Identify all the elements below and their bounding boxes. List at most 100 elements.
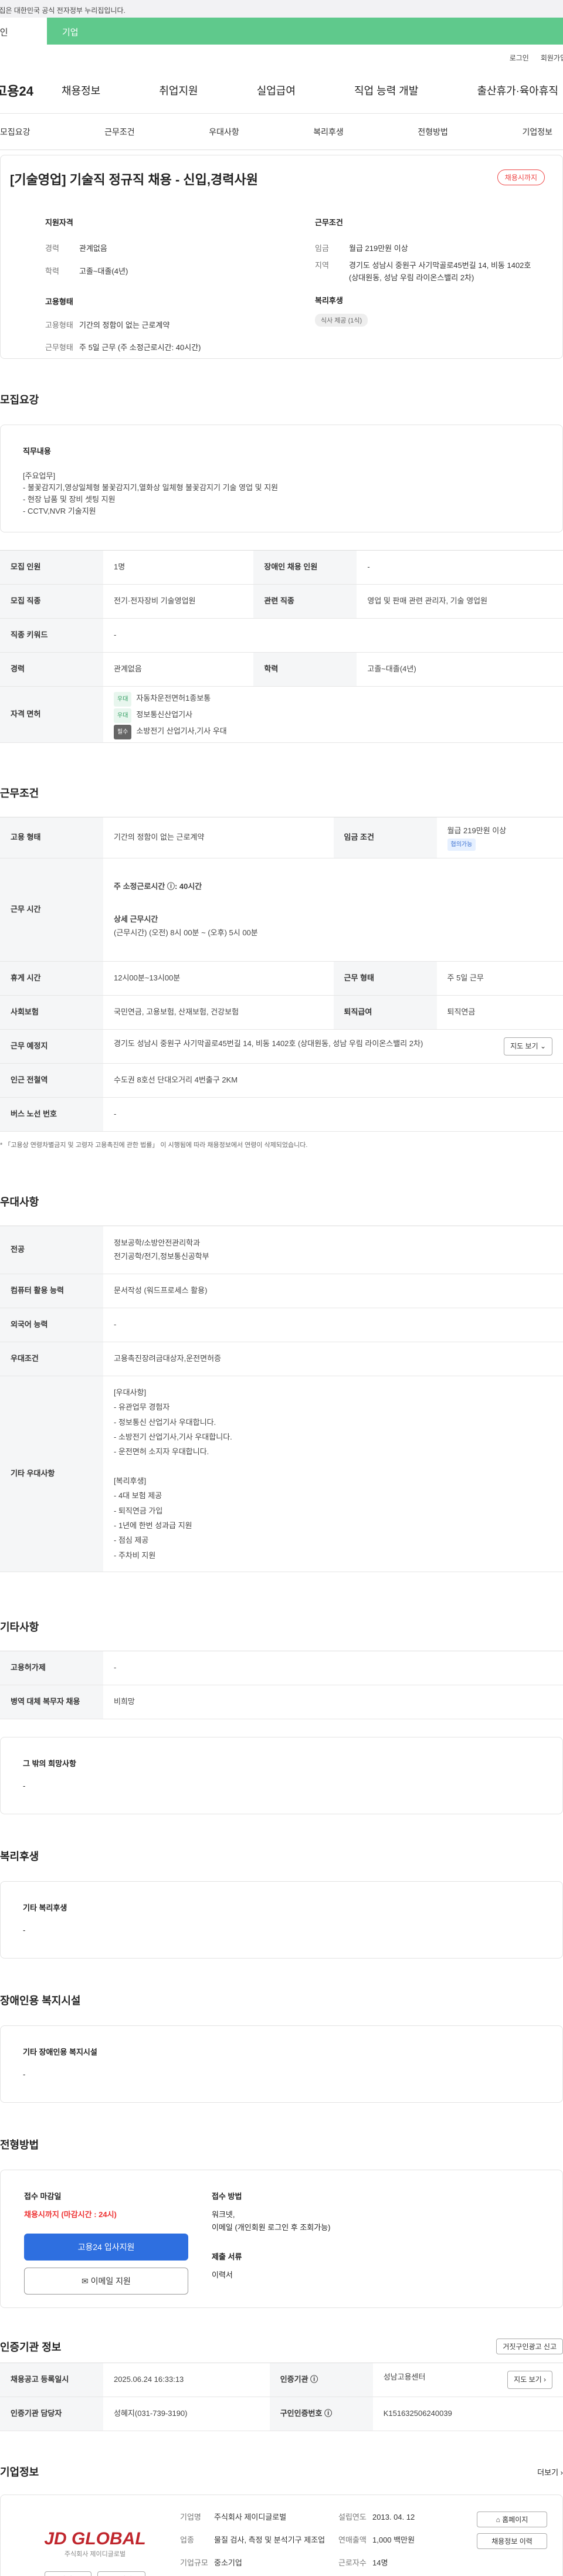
company-biz-label: 업종 <box>180 2535 194 2544</box>
cell-value: 전기·전자장비 기술영업원 <box>103 584 254 619</box>
work-section: 근무조건 고용 형태 기간의 정함이 없는 근로계약 임금 조건 월급 219만원 이… <box>0 785 563 1149</box>
gnb-item-support[interactable]: 취업지원 <box>159 83 198 98</box>
company-box: JD GLOBAL 주식회사 제이디글로벌 ☆ 관심기업 ☺ 열람하기 기업명주… <box>0 2494 563 2576</box>
favorite-company-button[interactable]: ☆ 관심기업 <box>44 2571 92 2576</box>
company-logo-text: JD GLOBAL <box>44 2529 146 2548</box>
email-apply-button[interactable]: ✉ 이메일 지원 <box>24 2268 188 2295</box>
gnb-item-unemployment[interactable]: 실업급여 <box>257 83 296 98</box>
welfare-box-value: - <box>23 1926 26 1934</box>
emp-value: 기간의 정함이 없는 근로계약 <box>79 320 170 330</box>
license-item: 우대 정보통신산업기사 <box>114 707 552 723</box>
other-section: 기타사항 고용허가제 - 병역 대체 복무자 채용 비희망 그 밖의 희망사항 - <box>0 1619 563 1814</box>
gnb-item-jobs[interactable]: 채용정보 <box>62 83 100 98</box>
cell-label: 전공 <box>0 1226 103 1274</box>
main-nav: 고용24 채용정보 취업지원 실업급여 직업 능력 개발 출산휴가·육아휴직 <box>0 67 563 114</box>
other-table: 고용허가제 - 병역 대체 복무자 채용 비희망 <box>0 1651 563 1719</box>
pref-line: - 운전면허 소지자 우대합니다. <box>114 1447 209 1457</box>
age-note: * 「고용상 연령차별금지 및 고령자 고용촉진에 관한 법률」 이 시행됨에 … <box>0 1142 308 1149</box>
process-title: 전형방법 <box>0 2139 39 2151</box>
hope-value: - <box>23 1781 26 1790</box>
career-value: 관계없음 <box>79 244 107 253</box>
subnav-pref[interactable]: 우대사항 <box>209 126 239 138</box>
docs-title: 제출 서류 <box>212 2252 242 2262</box>
cell-label: 임금 조건 <box>333 817 437 858</box>
homepage-button[interactable]: ⌂ 홈페이지 <box>477 2511 547 2527</box>
report-fake-ad-button[interactable]: 거짓구인광고 신고 <box>496 2339 563 2354</box>
utility-links: 로그인 회원가입 <box>0 45 563 67</box>
welfare-box: 기타 복리후생 - <box>0 1881 563 1959</box>
duty-title: 직무내용 <box>23 447 51 456</box>
cell-label: 채용공고 등록일시 <box>0 2363 103 2397</box>
auth-table: 채용공고 등록일시 2025.06.24 16:33:13 인증기관 ⓘ 성남고용센터… <box>0 2363 563 2431</box>
license-name: 정보통신산업기사 <box>136 710 193 719</box>
recruit-section: 모집요강 직무내용 [주요업무] - 불꽃감지기,영상일체형 불꽃감지기,열화상… <box>0 392 563 743</box>
duty-box: 직무내용 [주요업무] - 불꽃감지기,영상일체형 불꽃감지기,열화상 일체형 … <box>0 425 563 532</box>
subnav-work[interactable]: 근무조건 <box>104 126 135 138</box>
subnav-company[interactable]: 기업정보 <box>522 126 552 138</box>
cell-value: 고용촉진장려금대상자,운전면허증 <box>103 1342 563 1376</box>
gov-banner-text: 이 누리집은 대한민국 공식 전자정부 누리집입니다. <box>0 6 126 15</box>
cell-value: 퇴직연금 <box>436 995 563 1030</box>
pref-line: - 주차비 지원 <box>114 1550 156 1560</box>
company-logo: JD GLOBAL 주식회사 제이디글로벌 <box>16 2529 174 2558</box>
cell-value: 2025.06.24 16:33:13 <box>103 2363 270 2397</box>
cell-label: 근무 예정지 <box>0 1029 103 1064</box>
gnb-item-leave[interactable]: 출산휴가·육아휴직 <box>477 83 558 98</box>
tab-personal[interactable]: 개인 <box>0 18 47 45</box>
company-rev-value: 1,000 백만원 <box>372 2535 415 2544</box>
pref-section: 우대사항 전공 정보공학/소방안전관리학과 전기공학/전기,정보통신공학부 컴퓨터 … <box>0 1194 563 1572</box>
gnb-item-training[interactable]: 직업 능력 개발 <box>354 83 418 98</box>
cell-label: 사회보험 <box>0 995 103 1030</box>
company-est-value: 2013. 04. 12 <box>372 2513 415 2521</box>
cell-label: 인증기관 담당자 <box>0 2397 103 2431</box>
disab-box-title: 기타 장애인용 복지시설 <box>23 2048 97 2056</box>
apply-button[interactable]: 고용24 입사지원 <box>24 2234 188 2261</box>
pref-title: 우대사항 <box>0 1196 39 1208</box>
cell-value: 국민연금, 고용보험, 산재보험, 건강보험 <box>103 995 334 1030</box>
map-button[interactable]: 지도 보기 ⌄ <box>504 1037 552 1055</box>
company-more-link[interactable]: 더보기 › <box>537 2466 563 2477</box>
process-box: 접수 마감일 채용시까지 (마감시간 : 24시) 고용24 입사지원 ✉ 이메… <box>0 2170 563 2308</box>
recruit-title: 모집요강 <box>0 394 39 406</box>
method-line: 워크넷, <box>212 2210 235 2219</box>
wage-chip: 협의가능 <box>447 839 476 851</box>
subnav-recruit[interactable]: 모집요강 <box>0 126 30 138</box>
subnav-welfare[interactable]: 복리후생 <box>313 126 344 138</box>
pref-line: - 1년에 한번 성과급 지원 <box>114 1521 192 1530</box>
duty-line: - 현장 납품 및 장비 셋팅 지원 <box>23 495 116 504</box>
recruit-history-button[interactable]: 채용정보 이력 <box>477 2533 547 2549</box>
loc-label: 지역 <box>315 260 329 270</box>
company-size-value: 중소기업 <box>214 2558 242 2567</box>
company-logo-sub: 주식회사 제이디글로벌 <box>64 2551 126 2558</box>
work-section-title: 근무조건 <box>0 788 39 799</box>
cell-label: 고용 형태 <box>0 817 103 858</box>
view-company-button[interactable]: ☺ 열람하기 <box>97 2571 145 2576</box>
tab-company[interactable]: 기업 <box>47 18 563 45</box>
method-line: 이메일 (개인회원 로그인 후 조회가능) <box>212 2223 331 2232</box>
site-logo[interactable]: 고용24 <box>0 81 62 100</box>
license-tag: 우대 <box>114 708 132 723</box>
company-name-label: 기업명 <box>180 2513 201 2521</box>
cell-value: 관계없음 <box>103 652 254 687</box>
disab-title: 장애인용 복지시설 <box>0 1995 81 2007</box>
subnav-process[interactable]: 전형방법 <box>418 126 448 138</box>
wage-value: 월급 219만원 이상 <box>447 826 507 835</box>
cell-label: 컴퓨터 활용 능력 <box>0 1274 103 1308</box>
job-summary-card: [기술영업] 기술직 정규직 채용 - 신입,경력사원 채용시까지 지원자격 경… <box>0 155 563 359</box>
edu-value: 고졸~대졸(4년) <box>79 266 128 276</box>
duty-line: - CCTV,NVR 기술지원 <box>23 507 96 516</box>
pref-line: - 정보통신 산업기사 우대합니다. <box>114 1417 216 1427</box>
org-map-button[interactable]: 지도 보기 › <box>507 2371 552 2389</box>
company-emp-label: 근로자수 <box>338 2558 367 2567</box>
cell-label: 휴게 시간 <box>0 961 103 996</box>
cell-label: 고용허가제 <box>0 1651 103 1685</box>
signup-link[interactable]: 회원가입 <box>541 53 563 67</box>
cell-label: 구인인증번호 ⓘ <box>269 2397 373 2431</box>
time-main: 주 소정근로시간 ⓘ: 40시간 <box>114 882 202 891</box>
cell-value: 문서작성 (워드프로세스 활용) <box>103 1274 563 1308</box>
welfare-chip: 식사 제공 (1식) <box>315 314 368 327</box>
license-label: 자격 면허 <box>0 686 103 743</box>
cell-label: 외국어 능력 <box>0 1308 103 1342</box>
hours-label: 근무형태 <box>45 343 73 352</box>
login-link[interactable]: 로그인 <box>510 53 529 67</box>
